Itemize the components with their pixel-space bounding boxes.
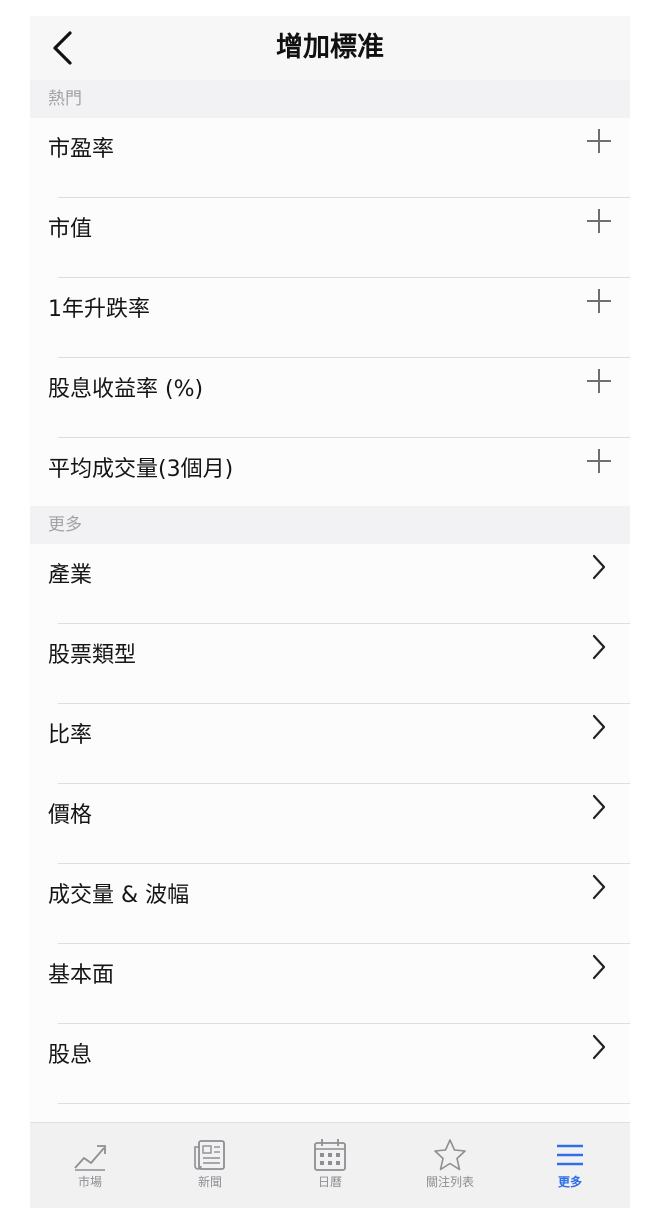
row-label: 基本面 — [48, 963, 115, 988]
criteria-row-pe-ratio[interactable]: 市盈率 — [30, 118, 630, 198]
row-label: 價格 — [48, 803, 93, 828]
section-header-popular: 熱門 — [30, 80, 630, 118]
calendar-icon — [314, 1139, 346, 1171]
chevron-right-icon — [592, 954, 606, 980]
tab-label: 關注列表 — [425, 1175, 474, 1189]
nav-bar: 增加標准 — [30, 16, 630, 80]
tab-label: 新聞 — [197, 1175, 222, 1189]
star-icon — [434, 1139, 466, 1171]
category-row-stock-type[interactable]: 股票類型 — [30, 624, 630, 704]
tab-label: 更多 — [557, 1175, 582, 1189]
criteria-row-dividend-yield[interactable]: 股息收益率 (%) — [30, 358, 630, 438]
tab-label: 市場 — [77, 1175, 102, 1189]
section-header-more: 更多 — [30, 506, 630, 544]
row-label: 股息 — [48, 1043, 93, 1068]
row-label: 產業 — [48, 563, 93, 588]
row-label: 1年升跌率 — [48, 297, 150, 322]
chart-icon — [74, 1145, 106, 1171]
category-row-ratio[interactable]: 比率 — [30, 704, 630, 784]
news-icon — [194, 1140, 225, 1170]
page-title: 增加標准 — [276, 32, 384, 63]
chevron-right-icon — [592, 554, 606, 580]
plus-icon[interactable] — [586, 368, 612, 394]
tab-bar: 市場 新聞 日曆 關注列表 更多 — [30, 1122, 630, 1208]
plus-icon[interactable] — [586, 128, 612, 154]
criteria-row-1y-change[interactable]: 1年升跌率 — [30, 278, 630, 358]
tab-watchlist[interactable]: 關注列表 — [390, 1123, 510, 1208]
tab-calendar[interactable]: 日曆 — [270, 1123, 390, 1208]
tab-label: 日曆 — [317, 1175, 342, 1189]
tab-more[interactable]: 更多 — [510, 1123, 630, 1208]
plus-icon[interactable] — [586, 288, 612, 314]
section-label: 熱門 — [48, 89, 82, 109]
criteria-row-market-cap[interactable]: 市值 — [30, 198, 630, 278]
category-row-fundamentals[interactable]: 基本面 — [30, 944, 630, 1024]
tab-markets[interactable]: 市場 — [30, 1123, 150, 1208]
back-button[interactable] — [38, 24, 86, 72]
row-label: 比率 — [48, 723, 93, 748]
chevron-right-icon — [592, 714, 606, 740]
chevron-right-icon — [592, 794, 606, 820]
chevron-right-icon — [592, 874, 606, 900]
screen: 增加標准 熱門 市盈率 市值 1年升跌率 股息收益率 (%) 平均成交量(3個月… — [30, 16, 630, 1208]
plus-icon[interactable] — [586, 448, 612, 474]
row-label: 股息收益率 (%) — [48, 377, 204, 402]
section-label: 更多 — [48, 515, 82, 535]
chevron-left-icon — [53, 31, 72, 65]
row-label: 市盈率 — [48, 137, 115, 162]
tab-news[interactable]: 新聞 — [150, 1123, 270, 1208]
category-row-industry[interactable]: 產業 — [30, 544, 630, 624]
category-row-dividend[interactable]: 股息 — [30, 1024, 630, 1104]
row-separator — [58, 1103, 630, 1104]
chevron-right-icon — [592, 634, 606, 660]
criteria-row-avg-volume[interactable]: 平均成交量(3個月) — [30, 438, 630, 506]
category-row-volume-volatility[interactable]: 成交量 & 波幅 — [30, 864, 630, 944]
chevron-right-icon — [592, 1034, 606, 1060]
category-row-price[interactable]: 價格 — [30, 784, 630, 864]
row-label: 股票類型 — [48, 643, 137, 668]
menu-icon — [557, 1144, 583, 1166]
plus-icon[interactable] — [586, 208, 612, 234]
row-label: 成交量 & 波幅 — [48, 883, 190, 908]
row-label: 市值 — [48, 217, 93, 242]
